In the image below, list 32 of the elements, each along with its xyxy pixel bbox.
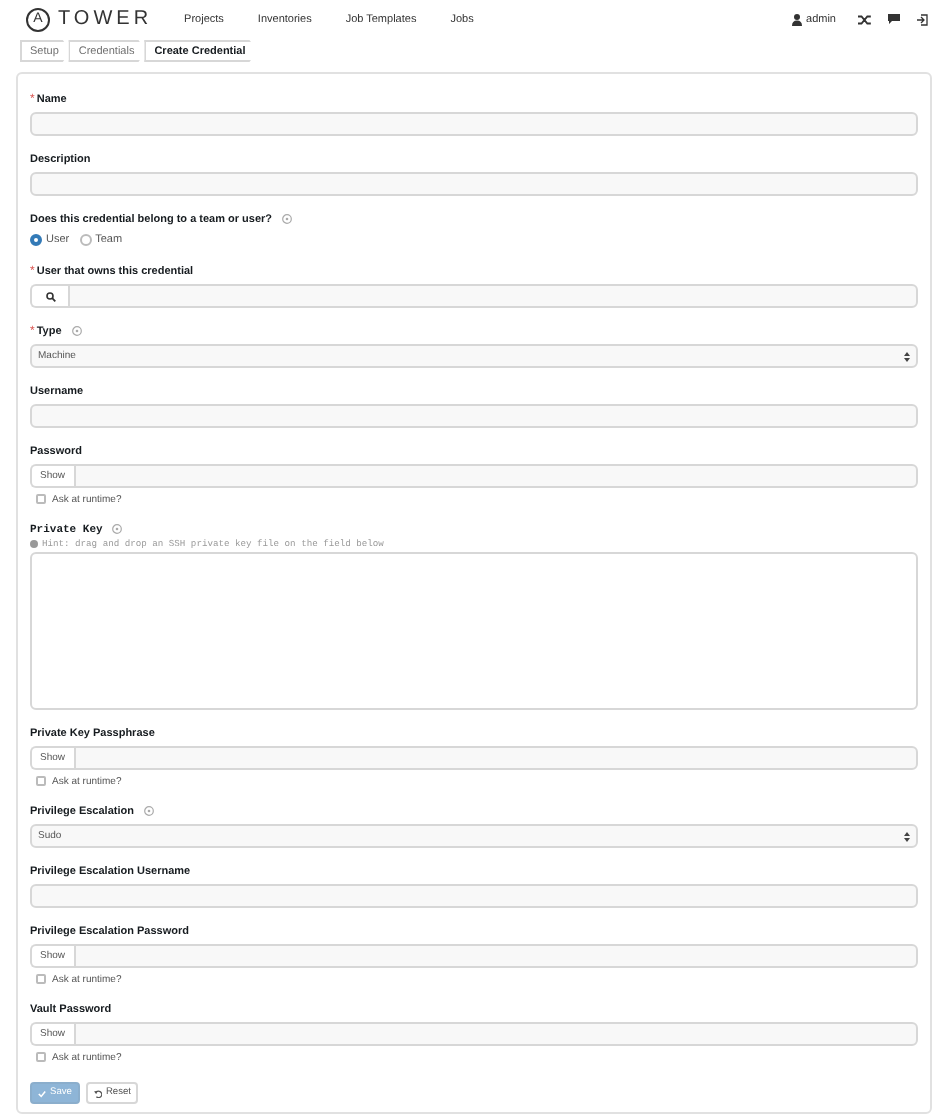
help-icon[interactable] [71,326,82,336]
text-input[interactable] [30,404,918,428]
password-input[interactable] [73,944,918,968]
checkbox[interactable] [36,776,46,786]
undo-icon [93,1089,102,1097]
password-input[interactable] [73,464,918,488]
search-icon [45,291,55,301]
private-key-textarea[interactable] [30,552,918,710]
check-icon [38,1089,46,1097]
logo-text[interactable]: TOWER [58,8,153,30]
updown-icon [904,831,910,841]
password-input[interactable] [73,746,918,770]
radio-button[interactable] [30,234,42,246]
info-icon [30,540,38,548]
password-input[interactable] [73,1022,918,1046]
chat-icon[interactable] [888,14,900,24]
search-button[interactable] [30,284,68,308]
radio-button[interactable] [79,234,92,246]
checkbox[interactable] [36,494,46,504]
user-icon[interactable] [792,13,803,25]
shuffle-icon[interactable] [858,13,872,25]
checkbox[interactable] [36,974,46,984]
text-input[interactable] [30,172,918,196]
text-input[interactable] [30,112,918,136]
lookup-input[interactable] [68,284,918,308]
help-icon[interactable] [112,524,123,534]
text-input[interactable] [30,884,918,908]
checkbox[interactable] [36,1052,46,1062]
help-icon[interactable] [282,214,293,224]
logout-icon[interactable] [916,13,928,25]
updown-icon [904,351,910,361]
help-icon[interactable] [143,806,154,816]
